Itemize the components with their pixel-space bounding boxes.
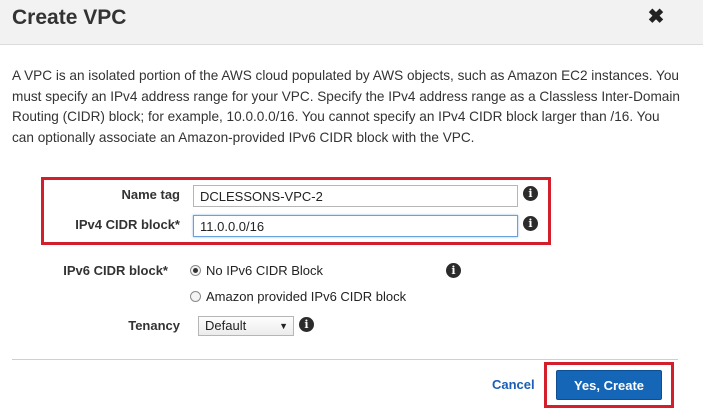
ipv4-cidr-input[interactable] [193, 215, 518, 237]
cancel-button[interactable]: Cancel [492, 377, 535, 392]
name-tag-input[interactable] [193, 185, 518, 207]
radio-label-amazon-ipv6: Amazon provided IPv6 CIDR block [206, 289, 407, 304]
dialog-title: Create VPC [12, 6, 127, 29]
info-icon[interactable]: i [523, 216, 538, 231]
radio-button-unchecked[interactable] [190, 291, 201, 302]
dialog-header: Create VPC ✖ [0, 0, 703, 45]
info-icon[interactable]: i [299, 317, 314, 332]
name-tag-label: Name tag [121, 187, 180, 202]
close-icon[interactable]: ✖ [645, 6, 667, 28]
tenancy-label: Tenancy [128, 318, 180, 333]
tenancy-selected-value: Default [205, 318, 247, 333]
yes-create-button[interactable]: Yes, Create [556, 370, 662, 400]
radio-button-checked[interactable] [190, 265, 201, 276]
dialog-description: A VPC is an isolated portion of the AWS … [12, 68, 680, 145]
radio-amazon-ipv6[interactable]: Amazon provided IPv6 CIDR block [190, 289, 406, 304]
ipv4-cidr-label: IPv4 CIDR block* [75, 217, 180, 232]
ipv6-cidr-label: IPv6 CIDR block* [63, 263, 168, 278]
create-vpc-dialog: Create VPC ✖ A VPC is an isolated portio… [0, 0, 703, 420]
info-icon[interactable]: i [523, 186, 538, 201]
radio-no-ipv6[interactable]: No IPv6 CIDR Block [190, 263, 323, 278]
dropdown-arrow-icon: ▼ [279, 321, 288, 331]
info-icon[interactable]: i [446, 263, 461, 278]
radio-label-no-ipv6: No IPv6 CIDR Block [206, 263, 324, 278]
footer-divider [12, 359, 678, 360]
tenancy-select[interactable]: Default ▼ [198, 316, 294, 336]
